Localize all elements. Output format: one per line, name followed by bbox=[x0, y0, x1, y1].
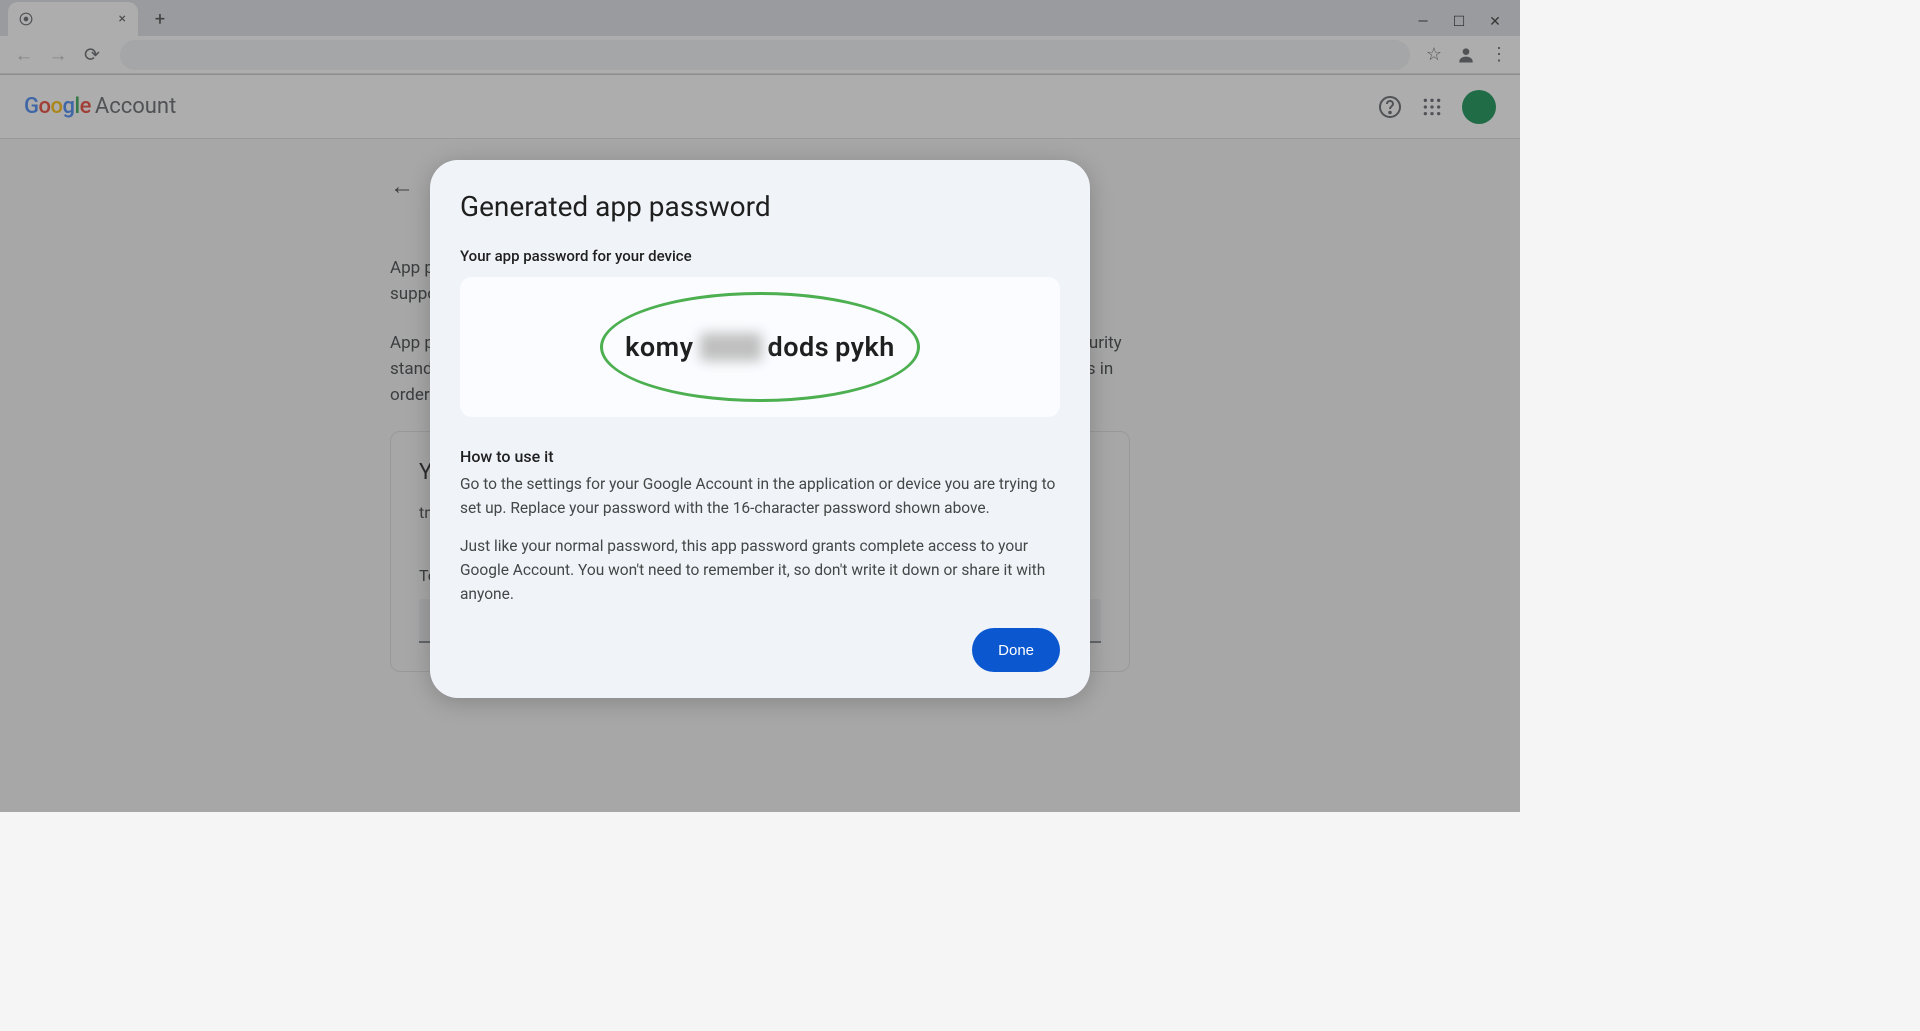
window-close-icon[interactable]: ✕ bbox=[1486, 14, 1504, 30]
account-label: Account bbox=[95, 94, 176, 119]
bookmark-star-icon[interactable]: ☆ bbox=[1426, 44, 1442, 65]
window-controls: — ☐ ✕ bbox=[1414, 14, 1520, 30]
password-display-box: komy dods pykh bbox=[460, 277, 1060, 417]
tab-close-icon[interactable]: × bbox=[117, 10, 128, 28]
avatar[interactable] bbox=[1462, 90, 1496, 124]
profile-icon[interactable] bbox=[1456, 45, 1476, 65]
howto-body-2: Just like your normal password, this app… bbox=[460, 534, 1060, 606]
reload-button[interactable]: ⟳ bbox=[80, 43, 104, 66]
password-highlight-oval: komy dods pykh bbox=[600, 292, 920, 402]
forward-button[interactable]: → bbox=[46, 43, 70, 67]
modal-title: Generated app password bbox=[460, 190, 1060, 223]
tab-bar: × + — ☐ ✕ bbox=[0, 0, 1520, 36]
help-icon[interactable] bbox=[1378, 95, 1402, 119]
new-tab-button[interactable]: + bbox=[146, 5, 174, 33]
address-bar: ← → ⟳ ☆ ⋮ bbox=[0, 36, 1520, 74]
app-header: Google Account bbox=[0, 75, 1520, 139]
google-logo: Google bbox=[24, 94, 91, 119]
app-password-modal: Generated app password Your app password… bbox=[430, 160, 1090, 698]
generated-password: komy dods pykh bbox=[625, 331, 895, 363]
done-button[interactable]: Done bbox=[972, 628, 1060, 672]
howto-title: How to use it bbox=[460, 447, 1060, 466]
browser-menu-icon[interactable]: ⋮ bbox=[1490, 44, 1508, 65]
modal-subtitle: Your app password for your device bbox=[460, 247, 1060, 265]
tab-favicon-icon bbox=[18, 11, 34, 27]
howto-body-1: Go to the settings for your Google Accou… bbox=[460, 472, 1060, 520]
browser-tab[interactable]: × bbox=[8, 2, 138, 36]
redacted-chunk bbox=[700, 333, 762, 361]
back-button[interactable]: ← bbox=[12, 43, 36, 67]
page-back-icon[interactable]: ← bbox=[390, 172, 414, 201]
apps-grid-icon[interactable] bbox=[1422, 97, 1442, 117]
browser-chrome: × + — ☐ ✕ ← → ⟳ ☆ ⋮ bbox=[0, 0, 1520, 75]
maximize-icon[interactable]: ☐ bbox=[1450, 14, 1468, 30]
url-field[interactable] bbox=[120, 40, 1410, 70]
minimize-icon[interactable]: — bbox=[1414, 14, 1432, 30]
